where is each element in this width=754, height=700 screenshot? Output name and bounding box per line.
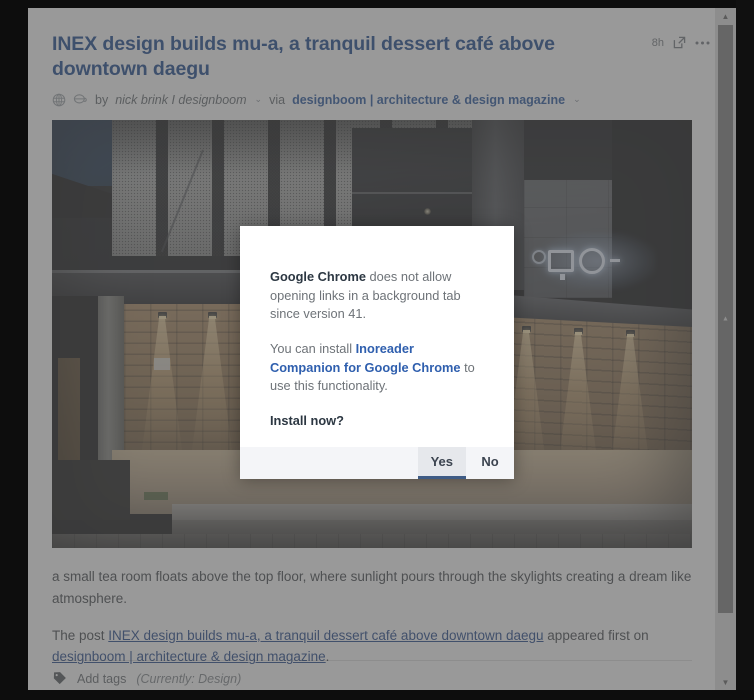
byline-by-label: by	[95, 92, 109, 107]
byline-source[interactable]: designboom | architecture & design magaz…	[292, 93, 565, 107]
scrollbar-grip-icon: ▲	[722, 315, 729, 323]
post-middle: appeared first on	[543, 627, 649, 643]
dialog-message-1: Google Chrome does not allow opening lin…	[270, 268, 486, 324]
dialog-body: Google Chrome does not allow opening lin…	[240, 226, 514, 447]
byline-via-label: via	[269, 92, 286, 107]
chevron-down-icon-author[interactable]: ⌄	[255, 94, 263, 105]
post-suffix: .	[325, 649, 330, 665]
chevron-down-icon-source[interactable]: ⌄	[573, 94, 581, 105]
timestamp: 8h	[651, 36, 664, 49]
ellipsis-icon[interactable]	[695, 40, 710, 46]
title-row: INEX design builds mu-a, a tranquil dess…	[52, 32, 710, 82]
app-window: INEX design builds mu-a, a tranquil dess…	[0, 0, 754, 700]
page-title[interactable]: INEX design builds mu-a, a tranquil dess…	[52, 32, 652, 82]
tags-divider	[52, 660, 692, 661]
window-frame-bottom	[0, 690, 754, 700]
scrollbar-thumb[interactable]: ▲	[718, 25, 733, 613]
scroll-down-arrow[interactable]: ▼	[715, 674, 736, 690]
body-paragraph-2: The post INEX design builds mu-a, a tran…	[52, 625, 692, 669]
source-link[interactable]: designboom | architecture & design magaz…	[52, 649, 326, 664]
article-header-actions: 8h	[652, 32, 710, 49]
external-link-icon[interactable]	[673, 36, 686, 49]
window-frame-left	[0, 0, 28, 700]
vertical-scrollbar[interactable]: ▲ ▲ ▼	[715, 8, 736, 690]
dialog-install-prefix: You can install	[270, 341, 356, 357]
tags-bar: Add tags (Currently: Design)	[52, 671, 241, 686]
dialog-prompt: Install now?	[270, 413, 344, 429]
article-header: INEX design builds mu-a, a tranquil dess…	[28, 8, 736, 107]
window-frame-right	[736, 0, 754, 700]
body-paragraph-1: a small tea room floats above the top fl…	[52, 568, 692, 606]
yes-button[interactable]: Yes	[417, 446, 466, 479]
dialog-browser-name: Google Chrome	[270, 269, 366, 284]
dialog-footer: Yes No	[240, 446, 514, 479]
post-prefix: The post	[52, 627, 109, 643]
byline: by nick brink I designboom ⌄ via designb…	[52, 93, 710, 107]
current-tags-label: (Currently: Design)	[136, 671, 242, 686]
coffee-mug-icon[interactable]	[73, 93, 88, 107]
byline-author[interactable]: nick brink I designboom	[115, 93, 246, 107]
article-body: a small tea room floats above the top fl…	[52, 566, 692, 668]
chrome-background-tab-dialog: Google Chrome does not allow opening lin…	[240, 226, 514, 479]
tag-icon[interactable]	[52, 671, 67, 686]
window-frame-top	[0, 0, 754, 8]
scroll-up-arrow[interactable]: ▲	[715, 8, 736, 24]
dialog-message-2: You can install Inoreader Companion for …	[270, 340, 486, 396]
no-button[interactable]: No	[466, 447, 514, 479]
globe-icon[interactable]	[52, 93, 66, 107]
article-permalink[interactable]: INEX design builds mu-a, a tranquil dess…	[108, 628, 543, 643]
add-tags-button[interactable]: Add tags	[77, 672, 126, 686]
